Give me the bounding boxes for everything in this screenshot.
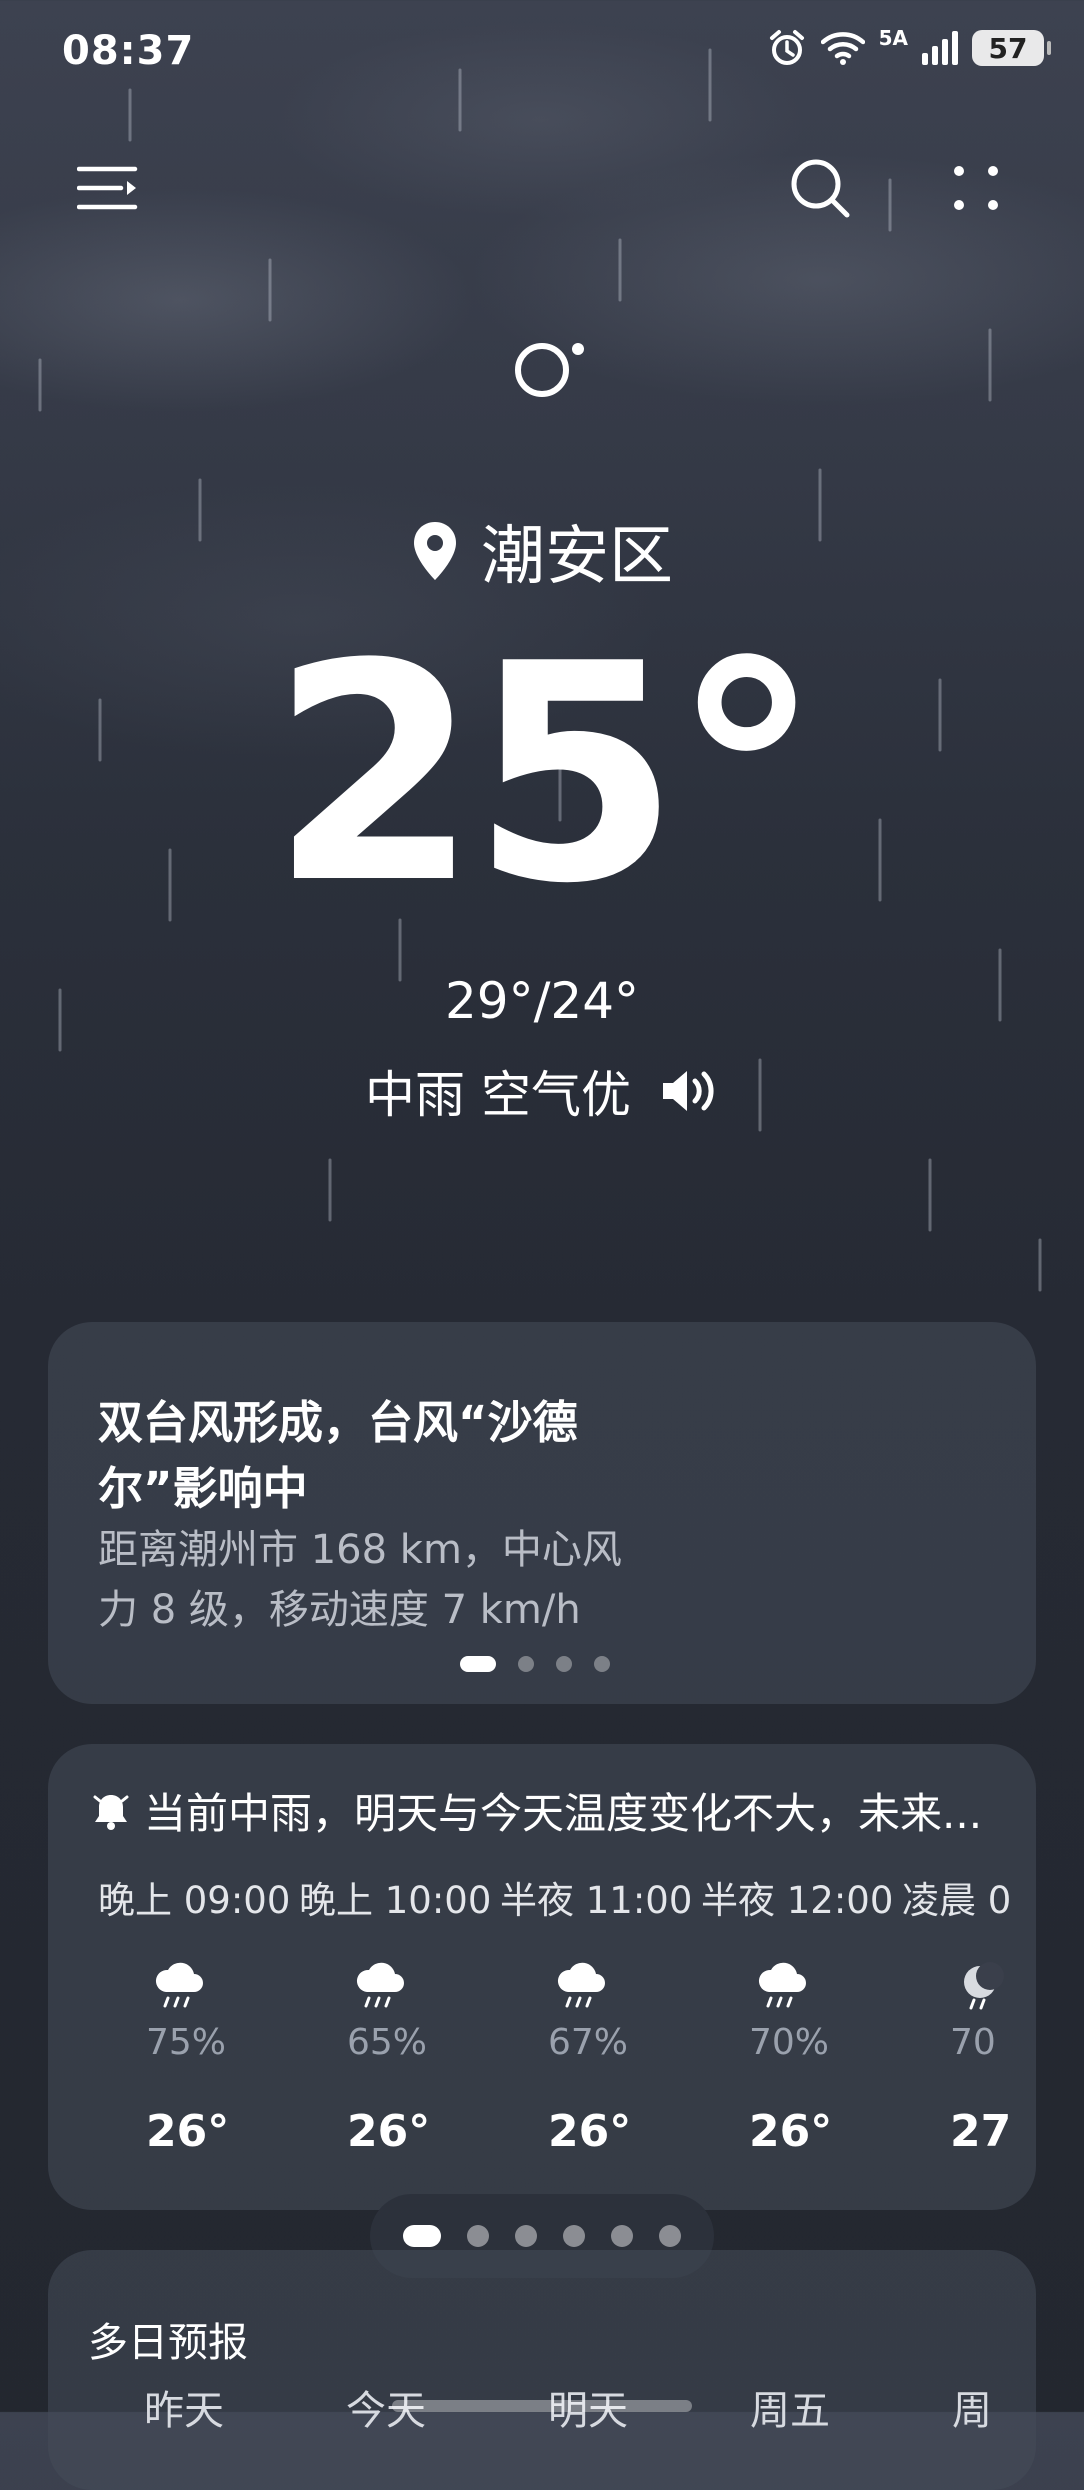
hour-precipitation: 70% <box>749 2022 830 2063</box>
condition-text: 中雨 空气优 <box>365 1066 631 1124</box>
rain-cloud-icon <box>155 1962 203 2008</box>
hourly-forecast-card[interactable]: 当前中雨，明天与今天温度变化不大，未来... 晚上 09:00 75% 26° … <box>48 1744 1036 2210</box>
page-dot <box>518 1656 534 1672</box>
search-icon <box>791 159 850 218</box>
moon-rain-icon <box>964 1962 1004 2010</box>
alert-title: 双台风形成，台风“沙德尔”影响中 <box>98 1396 578 1515</box>
status-time: 08:37 <box>62 28 195 74</box>
page-dot <box>659 2225 681 2247</box>
rain-cloud-icon <box>758 1962 806 2008</box>
page-dot <box>594 1656 610 1672</box>
weather-condition: 中雨 空气优 <box>0 1055 1084 1127</box>
hourly-summary-text: 当前中雨，明天与今天温度变化不大，未来... <box>144 1789 983 1838</box>
page-dot <box>611 2225 633 2247</box>
hour-time: 晚上 10:00 <box>299 1879 492 1922</box>
day-label[interactable]: 昨天 <box>144 2378 346 2436</box>
rain-cloud-icon <box>356 1962 404 2008</box>
hour-temperature: 26° <box>548 2106 632 2157</box>
menu-button[interactable] <box>68 148 148 228</box>
location-header[interactable]: 潮安区 <box>0 505 1084 597</box>
day-label[interactable]: 周 <box>952 2378 1084 2436</box>
location-pin-icon <box>414 522 456 580</box>
hour-precipitation: 67% <box>548 2022 629 2063</box>
network-type-label: 5A <box>878 26 908 50</box>
hour-item: 晚上 09:00 75% 26° <box>98 1864 298 2204</box>
signal-icon <box>922 31 958 65</box>
rain-cloud-icon <box>557 1962 605 2008</box>
wifi-icon <box>820 32 865 65</box>
alarm-icon <box>769 30 804 65</box>
status-bar: 08:37 5A 57 <box>0 0 1084 110</box>
page-dot <box>556 1656 572 1672</box>
hourly-strip[interactable]: 晚上 09:00 75% 26° 晚上 10:00 65% 26° 半夜 11:… <box>98 1864 1036 2204</box>
menu-list-icon <box>77 166 138 210</box>
alert-description: 距离潮州市 168 km，中心风力 8 级，移动速度 7 km/h <box>98 1527 622 1633</box>
hour-temperature: 26° <box>347 2106 431 2157</box>
more-dots-icon <box>954 166 998 210</box>
weather-indicator-icon <box>515 343 584 397</box>
hour-temperature: 27 <box>950 2106 1012 2157</box>
page-dot <box>467 2225 489 2247</box>
speaker-icon[interactable] <box>659 1068 719 1114</box>
temperature-range: 29°/24° <box>444 972 640 1030</box>
multi-day-forecast-card[interactable]: 多日预报 昨天 今天 明天 周五 周 <box>48 2250 1036 2490</box>
top-toolbar <box>0 140 1084 240</box>
multi-day-title: 多日预报 <box>88 2320 248 2366</box>
hourly-summary: 当前中雨，明天与今天温度变化不大，未来... <box>92 1780 1012 1841</box>
battery-indicator: 57 <box>972 30 1051 66</box>
hour-item: 半夜 11:00 67% 26° <box>500 1864 700 2204</box>
alert-page-dots <box>460 1656 610 1672</box>
hour-precipitation: 65% <box>347 2022 428 2063</box>
hour-temperature: 26° <box>749 2106 833 2157</box>
hour-time: 半夜 12:00 <box>701 1879 894 1922</box>
more-options-button[interactable] <box>936 148 1016 228</box>
day-label[interactable]: 周五 <box>750 2378 952 2436</box>
hour-time: 半夜 11:00 <box>500 1879 693 1922</box>
page-dot <box>403 2225 441 2247</box>
hour-item: 半夜 12:00 70% 26° <box>701 1864 901 2204</box>
hour-precipitation: 75% <box>146 2022 227 2063</box>
location-name: 潮安区 <box>481 520 673 594</box>
page-dot <box>563 2225 585 2247</box>
hour-precipitation: 70 <box>950 2022 996 2063</box>
search-button[interactable] <box>780 148 860 228</box>
page-dot <box>460 1656 496 1672</box>
hour-time: 晚上 09:00 <box>98 1879 291 1922</box>
hour-temperature: 26° <box>146 2106 230 2157</box>
status-icons: 5A 57 <box>767 26 1051 68</box>
page-dot <box>515 2225 537 2247</box>
current-temperature: 25° <box>270 600 821 949</box>
home-indicator[interactable] <box>392 2400 692 2412</box>
typhoon-alert-card[interactable]: 双台风形成，台风“沙德尔”影响中 距离潮州市 168 km，中心风力 8 级，移… <box>48 1322 1036 1704</box>
hour-item: 晚上 10:00 65% 26° <box>299 1864 499 2204</box>
hour-item: 凌晨 0 70 27 <box>902 1864 1036 2204</box>
bell-icon <box>93 1794 129 1830</box>
hour-time: 凌晨 0 <box>902 1879 1012 1922</box>
